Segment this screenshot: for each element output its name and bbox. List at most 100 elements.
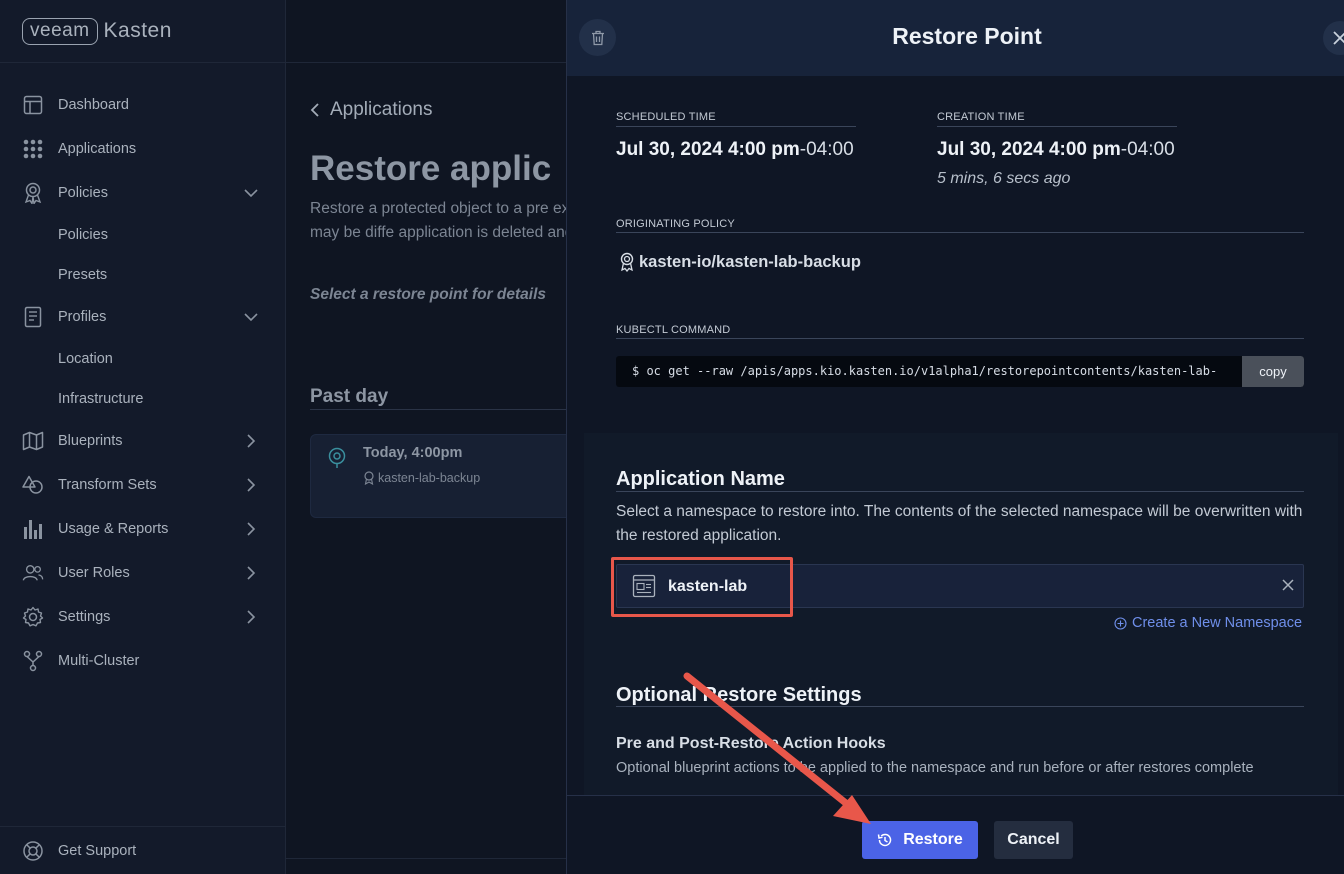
panel-footer: Restore Cancel [567,795,1344,874]
create-namespace-label: Create a New Namespace [1132,615,1303,631]
sidebar-item-label: Usage & Reports [58,521,169,537]
badge-icon [22,182,44,204]
panel-title: Restore Point [892,23,1042,49]
sidebar-item-label: Transform Sets [58,477,157,493]
restore-point-policy: kasten-lab-backup [363,471,480,485]
kubectl-command-box: $ oc get --raw /apis/apps.kio.kasten.io/… [616,356,1304,387]
lifebuoy-icon [22,840,44,862]
sidebar-subitem-presets[interactable]: Presets [0,255,285,295]
kubectl-command-label: KUBECTL COMMAND [616,324,731,336]
chevron-right-icon[interactable] [243,433,259,449]
divider [310,409,566,410]
copy-button[interactable]: copy [1242,356,1304,387]
chevron-right-icon[interactable] [243,477,259,493]
sidebar-item-blueprints[interactable]: Blueprints [0,419,285,463]
sidebar-item-label: Multi-Cluster [58,653,140,669]
creation-time-tz: -04:00 [1120,139,1175,160]
application-name-title: Application Name [616,468,785,490]
restore-button-label: Restore [903,831,963,848]
chevron-right-icon[interactable] [243,565,259,581]
main-content: Applications Restore applic Restore a pr… [286,63,566,858]
action-hooks-title: Pre and Post-Restore Action Hooks [616,735,886,752]
sidebar-item-label: Blueprints [58,433,123,449]
map-icon [22,430,44,452]
get-support-label: Get Support [58,842,137,859]
sidebar-item-label: Policies [58,185,108,201]
fork-icon [22,650,44,672]
create-namespace-link[interactable]: Create a New Namespace [1114,615,1302,631]
divider [616,232,1304,233]
sidebar-subitem-location[interactable]: Location [0,339,285,379]
action-hooks-description: Optional blueprint actions to be applied… [616,760,1254,776]
location-pin-icon [328,447,346,468]
sidebar-item-applications[interactable]: Applications [0,127,285,171]
sidebar-item-usage-reports[interactable]: Usage & Reports [0,507,285,551]
top-bar [286,0,566,63]
originating-policy-link[interactable]: kasten-io/kasten-lab-backup [619,252,861,272]
sidebar-item-profiles[interactable]: Profiles [0,295,285,339]
sidebar-item-label: Dashboard [58,97,129,113]
close-icon [1333,31,1344,45]
chevron-right-icon[interactable] [243,609,259,625]
chevron-down-icon[interactable] [243,185,259,201]
chevron-down-icon[interactable] [243,309,259,325]
badge-icon [620,252,634,272]
get-support-link[interactable]: Get Support [0,826,286,874]
scheduled-time-tz: -04:00 [799,139,854,160]
sidebar-nav: Dashboard Applications Policies Policies… [0,63,285,683]
back-link-label: Applications [330,99,433,120]
sidebar-subitem-policies[interactable]: Policies [0,215,285,255]
restore-point-card[interactable]: Today, 4:00pm kasten-lab-backup [310,434,566,518]
shapes-icon [22,474,44,496]
badge-icon [364,471,374,485]
originating-policy-name: kasten-io/kasten-lab-backup [639,252,861,271]
creation-time-label: CREATION TIME [937,111,1025,123]
restore-point-policy-label: kasten-lab-backup [378,471,481,485]
creation-time-value: Jul 30, 2024 4:00 pm-04:00 [937,139,1175,161]
kubectl-command-text[interactable]: $ oc get --raw /apis/apps.kio.kasten.io/… [632,364,1217,378]
sidebar-item-dashboard[interactable]: Dashboard [0,83,285,127]
sidebar-item-label: Applications [58,141,137,157]
divider [616,706,1304,707]
application-name-section: Application Name Select a namespace to r… [584,433,1338,795]
chevron-right-icon[interactable] [243,521,259,537]
sidebar-item-label: Profiles [58,309,107,325]
divider [616,338,1304,339]
users-icon [22,562,44,584]
creation-time-date: Jul 30, 2024 4:00 pm [937,139,1121,160]
bar-chart-icon [22,518,44,540]
restore-point-panel: Restore Point SCHEDULED TIME Jul 30, 202… [566,0,1344,874]
sidebar-item-user-roles[interactable]: User Roles [0,551,285,595]
sidebar-item-multi-cluster[interactable]: Multi-Cluster [0,639,285,683]
sidebar-item-label: User Roles [58,565,130,581]
logo-veeam: veeam [22,17,98,45]
history-icon [877,833,892,847]
sidebar-item-policies[interactable]: Policies [0,171,285,215]
application-name-description: Select a namespace to restore into. The … [616,503,1303,544]
originating-policy-label: ORIGINATING POLICY [616,218,735,230]
clear-icon[interactable] [1281,578,1295,592]
plus-circle-icon [1114,616,1127,630]
dashboard-icon [22,94,44,116]
cancel-button[interactable]: Cancel [994,821,1073,859]
back-link[interactable]: Applications [310,99,432,121]
scheduled-time-label: SCHEDULED TIME [616,111,716,123]
optional-settings-title: Optional Restore Settings [616,684,862,706]
document-icon [22,306,44,328]
highlight-box [611,557,793,617]
scheduled-time-value: Jul 30, 2024 4:00 pm-04:00 [616,139,854,161]
gear-icon [22,606,44,628]
sidebar-item-settings[interactable]: Settings [0,595,285,639]
panel-header: Restore Point [567,0,1344,76]
divider [937,126,1177,127]
divider [616,126,856,127]
logo[interactable]: veeam Kasten [0,0,285,63]
sidebar-item-transform-sets[interactable]: Transform Sets [0,463,285,507]
sidebar-subitem-infrastructure[interactable]: Infrastructure [0,379,285,419]
restore-button[interactable]: Restore [862,821,978,859]
page-hint: Select a restore point for details [310,286,547,303]
restore-point-time: Today, 4:00pm [363,445,463,461]
page-title: Restore applic [310,149,552,188]
scheduled-time-date: Jul 30, 2024 4:00 pm [616,139,800,160]
sidebar-item-label: Settings [58,609,111,625]
